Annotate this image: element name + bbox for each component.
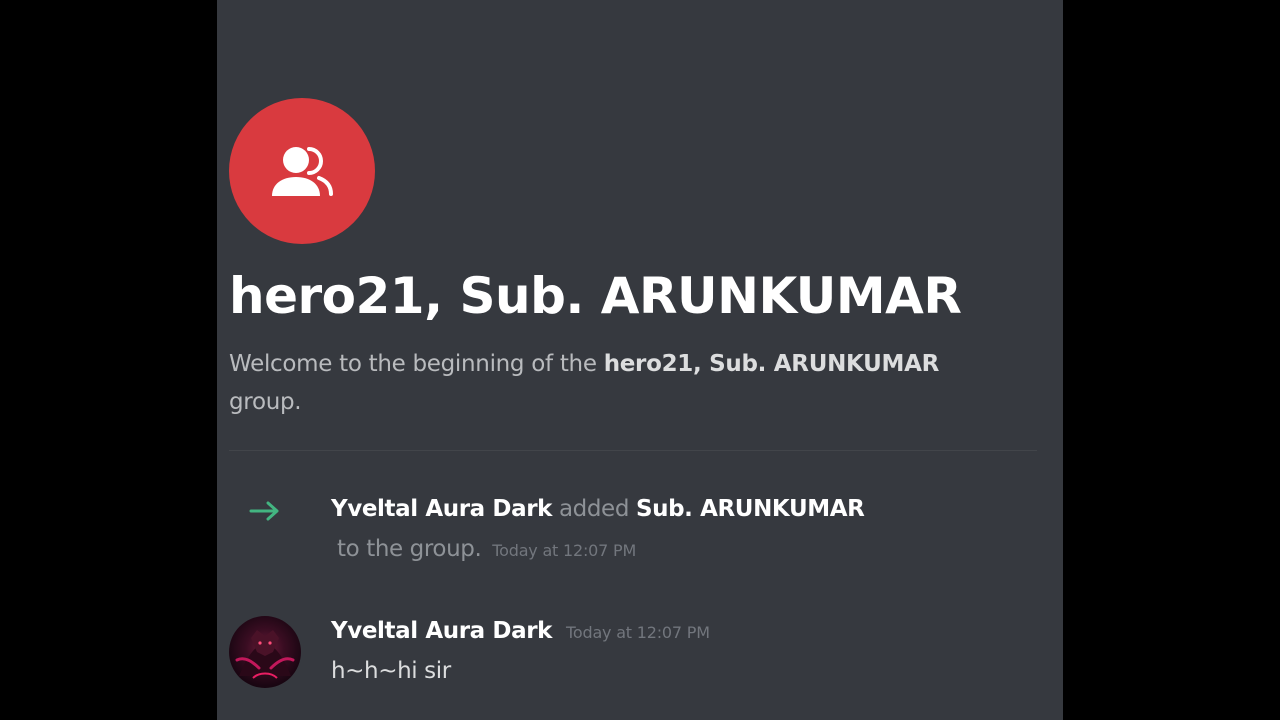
group-title: hero21, Sub. ARUNKUMAR [229,267,962,325]
welcome-text: Welcome to the beginning of the hero21, … [229,345,1029,421]
message-content: h~h~hi sir [331,658,451,684]
message-timestamp: Today at 12:07 PM [566,623,710,642]
actor-name[interactable]: Yveltal Aura Dark [331,496,552,522]
divider [229,450,1037,451]
system-message: Yveltal Aura Dark added Sub. ARUNKUMAR t… [217,490,1063,570]
system-message-suffix-line: to the group. Today at 12:07 PM [337,530,636,570]
user-avatar[interactable] [229,616,301,688]
group-people-icon [269,144,335,198]
message-author[interactable]: Yveltal Aura Dark [331,618,552,644]
system-message-line: Yveltal Aura Dark added Sub. ARUNKUMAR [331,490,865,528]
action-suffix: to the group. [337,536,482,562]
chat-panel: hero21, Sub. ARUNKUMAR Welcome to the be… [217,0,1063,720]
chat-message: Yveltal Aura Dark Today at 12:07 PM h~h~h… [217,612,1063,712]
system-timestamp: Today at 12:07 PM [492,541,637,560]
welcome-group-name: hero21, Sub. ARUNKUMAR [603,351,940,377]
welcome-suffix: group. [229,389,302,415]
welcome-prefix: Welcome to the beginning of the [229,351,604,377]
arrow-right-icon [249,500,281,522]
target-name[interactable]: Sub. ARUNKUMAR [636,496,865,522]
group-avatar [229,98,375,244]
screen: hero21, Sub. ARUNKUMAR Welcome to the be… [0,0,1280,720]
action-text: added [558,496,630,522]
message-header: Yveltal Aura Dark Today at 12:07 PM [331,612,710,652]
